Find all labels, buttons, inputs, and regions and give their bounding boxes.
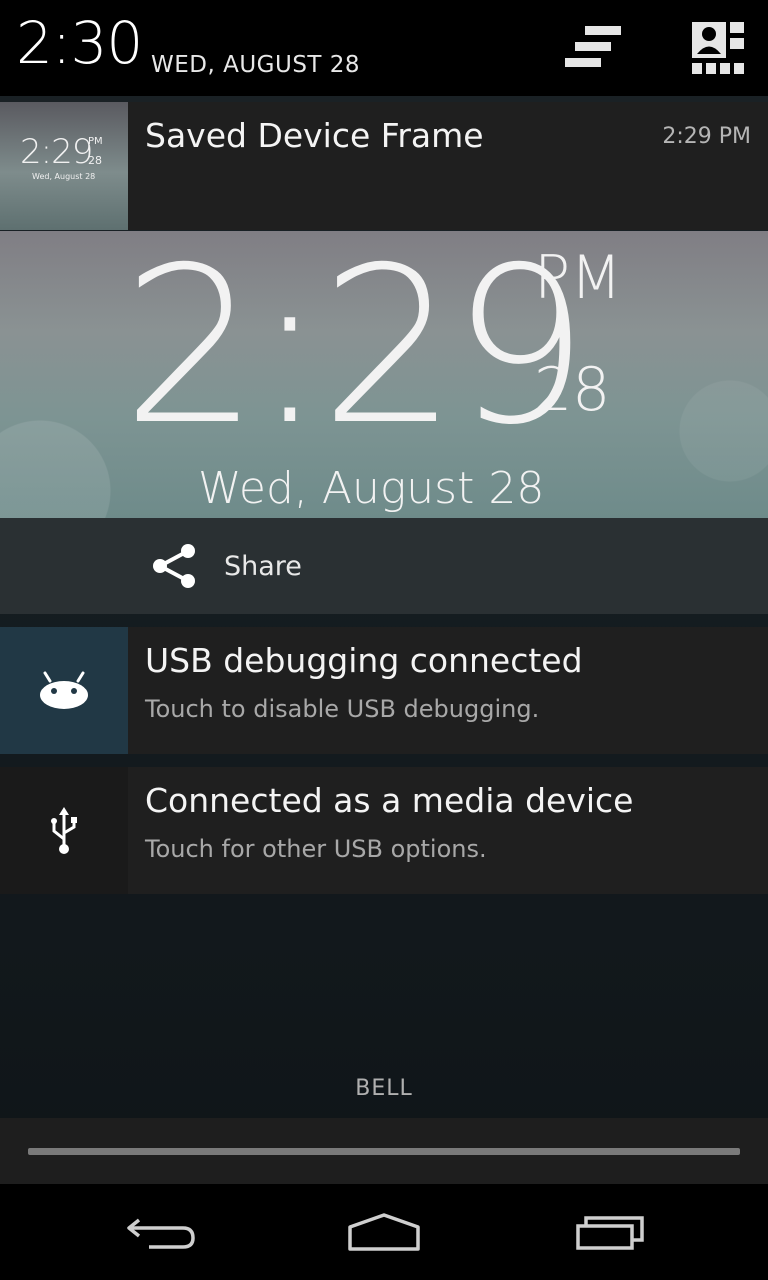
home-button[interactable] [339,1206,429,1258]
share-icon [153,544,195,588]
notification-media-device[interactable]: Connected as a media device Touch for ot… [0,767,768,894]
home-icon [348,1213,420,1251]
notification-shade: 2:30 WED, AUGUST 28 2:29 PM 28 Wed, Augu… [0,0,768,1280]
notification-saved-device-frame[interactable]: 2:29 PM 28 Wed, August 28 Saved Device F… [0,102,768,230]
quick-settings-icon [692,22,744,74]
header-date: WED, AUGUST 28 [151,52,361,78]
usb-icon [51,806,77,854]
notification-title: Saved Device Frame [145,116,484,155]
android-icon [40,671,88,709]
notification-subtitle: Touch to disable USB debugging. [145,695,540,723]
header-clock: 2:30 [16,9,143,77]
carrier-label: BELL [355,1076,413,1101]
share-button[interactable]: Share [150,540,302,592]
notification-icon-box [0,627,128,754]
drag-handle[interactable] [28,1148,740,1155]
notification-icon-box [0,767,128,894]
notification-action-bar: Share [0,518,768,614]
notification-big-picture[interactable]: 2:29 PM 28 Wed, August 28 [0,231,768,519]
notification-title: USB debugging connected [145,641,583,680]
shade-drag-area[interactable] [0,1118,768,1184]
notification-usb-debugging[interactable]: USB debugging connected Touch to disable… [0,627,768,754]
big-picture-date: Wed, August 28 [198,463,545,514]
notification-subtitle: Touch for other USB options. [145,835,487,863]
back-button[interactable] [116,1206,206,1258]
share-label: Share [224,550,302,582]
recents-button[interactable] [565,1206,655,1258]
thumbnail-ampm: PM [88,136,103,147]
recents-icon [576,1216,644,1250]
navigation-bar [0,1184,768,1280]
clear-all-icon [565,26,621,67]
thumbnail-time: 2:29 [20,132,93,172]
quick-settings-button[interactable] [688,20,748,76]
shade-header: 2:30 WED, AUGUST 28 [0,0,768,96]
notification-title: Connected as a media device [145,781,634,820]
big-picture-ampm: PM [534,243,622,313]
thumbnail-seconds: 28 [88,154,102,167]
notification-thumbnail: 2:29 PM 28 Wed, August 28 [0,102,128,230]
back-icon [127,1218,195,1249]
notification-time: 2:29 PM [662,124,751,149]
big-picture-seconds: 28 [534,355,611,425]
big-picture-time: 2:29 [122,231,589,472]
thumbnail-date: Wed, August 28 [32,172,96,181]
clear-all-button[interactable] [563,20,623,76]
